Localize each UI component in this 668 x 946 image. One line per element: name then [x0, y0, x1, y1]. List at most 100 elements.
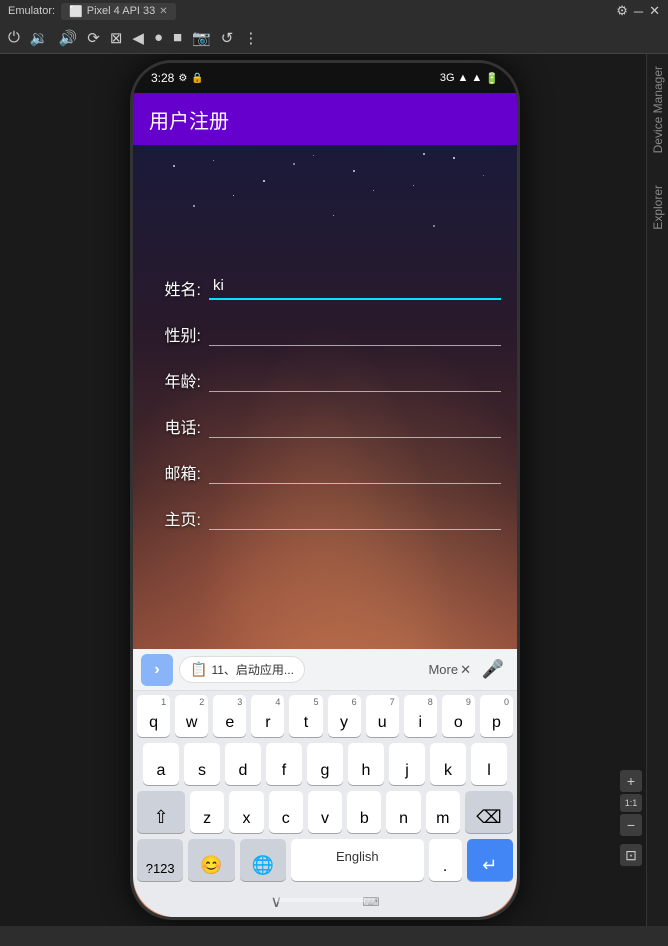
suggest-chip[interactable]: 📋 11、启动应用...	[179, 656, 305, 683]
right-side-panel: Device Manager Explorer	[646, 54, 668, 946]
name-row: 姓名:	[133, 275, 517, 300]
key-y[interactable]: 6y	[328, 695, 361, 737]
email-label: 邮箱:	[149, 460, 201, 484]
key-x[interactable]: x	[229, 791, 263, 833]
key-c[interactable]: c	[269, 791, 303, 833]
zoom-in-button[interactable]: +	[620, 770, 642, 792]
volume-up-icon[interactable]: 🔊	[59, 29, 78, 47]
key-f[interactable]: f	[266, 743, 302, 785]
fold-icon[interactable]: ⊠	[110, 29, 123, 47]
toolbar-left: Emulator: ⬜ Pixel 4 API 33 ✕	[8, 3, 608, 20]
snap-button[interactable]: ⊡	[620, 844, 642, 866]
settings-icon[interactable]: ⚙	[616, 3, 628, 19]
suggest-arrow-btn[interactable]: ›	[141, 654, 173, 686]
side-power-button[interactable]	[518, 263, 520, 323]
key-n[interactable]: n	[386, 791, 420, 833]
emulator-label: Emulator:	[8, 5, 55, 17]
stars-decoration	[133, 145, 517, 295]
home-circle-icon[interactable]: ●	[154, 29, 163, 46]
top-toolbar: Emulator: ⬜ Pixel 4 API 33 ✕ ⚙ ─ ✕	[0, 0, 668, 22]
rotate-icon[interactable]: ⟳	[87, 29, 100, 47]
key-d[interactable]: d	[225, 743, 261, 785]
gender-row: 性别:	[133, 322, 517, 346]
key-r[interactable]: 4r	[251, 695, 284, 737]
zoom-controls: + 1:1 − ⊡	[620, 770, 642, 866]
gender-input[interactable]	[209, 322, 501, 346]
key-j[interactable]: j	[389, 743, 425, 785]
lock-status-icon: 🔒	[191, 73, 203, 84]
shift-key[interactable]: ⇧	[137, 791, 185, 833]
homepage-label: 主页:	[149, 506, 201, 530]
space-key[interactable]: English	[291, 839, 423, 881]
key-o[interactable]: 9o	[442, 695, 475, 737]
emoji-key[interactable]: 😊	[188, 839, 234, 881]
app-bar: 用户注册	[133, 93, 517, 145]
phone-device: 3:28 ⚙ 🔒 3G ▲ ▲ 🔋 用户注册	[130, 60, 520, 920]
emulator-tab[interactable]: ⬜ Pixel 4 API 33 ✕	[61, 3, 176, 20]
key-q[interactable]: 1q	[137, 695, 170, 737]
key-k[interactable]: k	[430, 743, 466, 785]
mic-button[interactable]: 🎤	[477, 654, 509, 686]
age-input[interactable]	[209, 368, 501, 392]
key-e[interactable]: 3e	[213, 695, 246, 737]
key-a[interactable]: a	[143, 743, 179, 785]
key-v[interactable]: v	[308, 791, 342, 833]
period-key[interactable]: .	[429, 839, 462, 881]
battery-icon: 🔋	[485, 72, 499, 85]
key-p[interactable]: 0p	[480, 695, 513, 737]
key-h[interactable]: h	[348, 743, 384, 785]
key-row-1: 1q 2w 3e 4r 5t 6y 7u 8i 9o 0p	[137, 695, 513, 737]
power-icon[interactable]: ⏻	[8, 29, 20, 46]
key-b[interactable]: b	[347, 791, 381, 833]
key-z[interactable]: z	[190, 791, 224, 833]
camera-icon[interactable]: 📷	[192, 29, 211, 47]
explorer-label[interactable]: Explorer	[651, 181, 665, 234]
status-time-group: 3:28 ⚙ 🔒	[151, 71, 204, 85]
tab-device-icon: ⬜	[69, 5, 83, 18]
wifi-icon: ▲	[471, 72, 482, 84]
delete-key[interactable]: ⌫	[465, 791, 513, 833]
key-m[interactable]: m	[426, 791, 460, 833]
undo-icon[interactable]: ↺	[221, 29, 234, 47]
tab-close-icon[interactable]: ✕	[159, 6, 167, 17]
keyboard-suggestions-bar: › 📋 11、启动应用... More ✕ 🎤	[133, 649, 517, 691]
device-manager-label[interactable]: Device Manager	[651, 62, 665, 157]
status-bar: 3:28 ⚙ 🔒 3G ▲ ▲ 🔋	[133, 63, 517, 93]
globe-key[interactable]: 🌐	[240, 839, 286, 881]
zoom-out-button[interactable]: −	[620, 814, 642, 836]
suggest-more-close-icon: ✕	[460, 662, 471, 678]
camera-notch	[295, 63, 355, 81]
suggest-more[interactable]: More ✕	[428, 662, 471, 678]
email-input[interactable]	[209, 460, 501, 484]
volume-down-icon[interactable]: 🔉	[30, 29, 49, 47]
second-toolbar: ⏻ 🔉 🔊 ⟳ ⊠ ◀ ● ■ 📷 ↺ ⋮	[0, 22, 668, 54]
phone-input[interactable]	[209, 414, 501, 438]
key-s[interactable]: s	[184, 743, 220, 785]
key-u[interactable]: 7u	[366, 695, 399, 737]
homepage-input[interactable]	[209, 506, 501, 530]
phone-label: 电话:	[149, 414, 201, 438]
more-icon[interactable]: ⋮	[243, 29, 258, 47]
num-switch-key[interactable]: ?123	[137, 839, 183, 881]
key-i[interactable]: 8i	[404, 695, 437, 737]
toolbar-right: ⚙ ─ ✕	[616, 3, 660, 19]
enter-key[interactable]: ↵	[467, 839, 513, 881]
suggest-more-label: More	[428, 662, 458, 677]
suggest-chip-icon: 📋	[190, 661, 207, 678]
key-g[interactable]: g	[307, 743, 343, 785]
square-icon[interactable]: ■	[173, 29, 182, 46]
back-icon[interactable]: ◀	[132, 29, 144, 47]
age-label: 年龄:	[149, 368, 201, 392]
close-window-icon[interactable]: ✕	[649, 3, 660, 19]
key-w[interactable]: 2w	[175, 695, 208, 737]
nav-down-chevron: ∨	[270, 892, 282, 912]
homepage-row: 主页:	[133, 506, 517, 530]
minimize-icon[interactable]: ─	[634, 4, 643, 19]
name-input[interactable]	[209, 275, 501, 300]
signal-bars-icon: ▲	[458, 72, 469, 84]
key-l[interactable]: l	[471, 743, 507, 785]
suggest-chip-text: 11、启动应用...	[211, 661, 293, 678]
key-t[interactable]: 5t	[289, 695, 322, 737]
signal-type-icon: 3G	[440, 72, 455, 84]
home-indicator	[275, 898, 375, 902]
